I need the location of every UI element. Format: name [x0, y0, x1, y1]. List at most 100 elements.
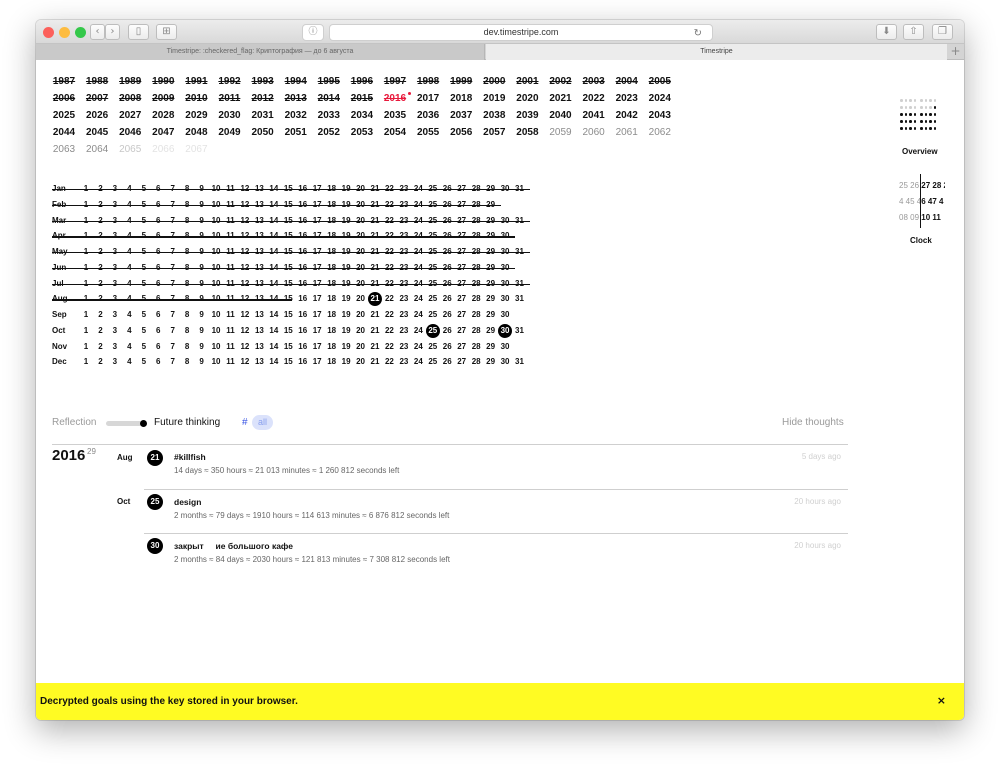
day-cell[interactable]: 23	[399, 310, 408, 320]
day-cell[interactable]: 30	[501, 310, 510, 320]
day-cell[interactable]: 29	[486, 342, 495, 352]
day-cell[interactable]: 9	[199, 342, 203, 352]
day-cell[interactable]: 22	[385, 294, 394, 304]
day-cell[interactable]: 7	[170, 357, 174, 367]
day-cell[interactable]: 12	[240, 310, 249, 320]
tag-filter-all[interactable]: all	[252, 415, 274, 430]
day-cell[interactable]: 9	[199, 326, 203, 336]
year-2037[interactable]: 2037	[450, 110, 472, 122]
year-1988[interactable]: 1988	[86, 76, 108, 88]
year-2005[interactable]: 2005	[649, 76, 671, 88]
day-cell[interactable]: 16	[298, 310, 307, 320]
day-cell[interactable]: 13	[255, 342, 264, 352]
year-2008[interactable]: 2008	[119, 93, 141, 105]
sidebar-toggle-button[interactable]: ▯	[128, 24, 149, 40]
day-cell[interactable]: 11	[226, 310, 234, 320]
day-cell[interactable]: 8	[185, 357, 189, 367]
year-2029[interactable]: 2029	[185, 110, 207, 122]
day-cell[interactable]: 26	[443, 342, 452, 352]
day-cell[interactable]: 1	[84, 342, 88, 352]
day-cell[interactable]: 23	[399, 294, 408, 304]
overview-icon[interactable]	[900, 97, 942, 132]
day-cell[interactable]: 6	[156, 310, 160, 320]
day-cell[interactable]: 17	[313, 357, 322, 367]
year-2020[interactable]: 2020	[516, 93, 538, 105]
day-cell[interactable]: 31	[515, 357, 524, 367]
day-cell[interactable]: 27	[457, 357, 466, 367]
year-2025[interactable]: 2025	[53, 110, 75, 122]
year-2022[interactable]: 2022	[582, 93, 604, 105]
year-2003[interactable]: 2003	[582, 76, 604, 88]
day-cell[interactable]: 20	[356, 326, 365, 336]
info-icon[interactable]: ⓘ	[302, 24, 324, 41]
mode-toggle-knob[interactable]	[140, 420, 147, 427]
year-2016[interactable]: 2016	[384, 93, 406, 105]
day-cell[interactable]: 9	[199, 357, 203, 367]
day-cell[interactable]: 18	[327, 326, 336, 336]
year-2041[interactable]: 2041	[582, 110, 604, 122]
year-1993[interactable]: 1993	[251, 76, 273, 88]
year-1999[interactable]: 1999	[450, 76, 472, 88]
year-1995[interactable]: 1995	[318, 76, 340, 88]
year-2015[interactable]: 2015	[351, 93, 373, 105]
day-cell[interactable]: 10	[212, 326, 221, 336]
day-cell[interactable]: 18	[327, 357, 336, 367]
day-cell[interactable]: 16	[298, 342, 307, 352]
close-window-button[interactable]	[43, 27, 54, 38]
day-cell[interactable]: 24	[414, 342, 423, 352]
day-cell[interactable]: 16	[298, 294, 307, 304]
year-2062[interactable]: 2062	[649, 127, 671, 139]
year-2048[interactable]: 2048	[185, 127, 207, 139]
year-2021[interactable]: 2021	[549, 93, 571, 105]
year-1998[interactable]: 1998	[417, 76, 439, 88]
new-tab-button[interactable]: +	[947, 44, 964, 60]
day-cell[interactable]: 20	[356, 310, 365, 320]
day-cell[interactable]: 21	[371, 357, 380, 367]
day-cell[interactable]: 16	[298, 357, 307, 367]
day-cell[interactable]: 31	[515, 294, 524, 304]
day-cell[interactable]: 27	[457, 342, 466, 352]
day-cell[interactable]: 13	[255, 326, 264, 336]
reload-icon[interactable]: ↻	[694, 26, 702, 41]
day-cell[interactable]: 6	[156, 357, 160, 367]
downloads-button[interactable]: ⬇	[876, 24, 897, 40]
year-2010[interactable]: 2010	[185, 93, 207, 105]
year-2051[interactable]: 2051	[285, 127, 307, 139]
year-2063[interactable]: 2063	[53, 144, 75, 156]
day-cell[interactable]: 15	[284, 310, 293, 320]
day-cell[interactable]: 29	[486, 310, 495, 320]
day-cell[interactable]: 11	[226, 342, 234, 352]
day-cell[interactable]: 19	[342, 357, 351, 367]
year-2057[interactable]: 2057	[483, 127, 505, 139]
address-bar[interactable]: dev.timestripe.com ↻	[329, 24, 713, 41]
thought-title[interactable]: закрыт ие большого кафе	[174, 541, 293, 551]
forward-button[interactable]: ›	[105, 24, 120, 40]
day-cell[interactable]: 8	[185, 310, 189, 320]
year-1992[interactable]: 1992	[218, 76, 240, 88]
year-2042[interactable]: 2042	[616, 110, 638, 122]
day-cell[interactable]: 7	[170, 342, 174, 352]
day-cell[interactable]: 30	[501, 357, 510, 367]
day-cell[interactable]: 11	[226, 357, 234, 367]
year-1991[interactable]: 1991	[185, 76, 207, 88]
year-2049[interactable]: 2049	[218, 127, 240, 139]
day-cell[interactable]: 19	[342, 342, 351, 352]
marked-day-badge[interactable]: 21	[368, 292, 382, 307]
year-2067[interactable]: 2067	[185, 144, 207, 156]
clock-label[interactable]: Clock	[910, 236, 932, 245]
day-cell[interactable]: 14	[269, 357, 278, 367]
zoom-window-button[interactable]	[75, 27, 86, 38]
day-cell[interactable]: 1	[84, 326, 88, 336]
day-cell[interactable]: 7	[170, 326, 174, 336]
year-2066[interactable]: 2066	[152, 144, 174, 156]
minimize-window-button[interactable]	[59, 27, 70, 38]
day-cell[interactable]: 12	[240, 357, 249, 367]
thought-title[interactable]: #killfish	[174, 452, 206, 462]
day-cell[interactable]: 13	[255, 357, 264, 367]
day-cell[interactable]: 16	[298, 326, 307, 336]
day-cell[interactable]: 27	[457, 294, 466, 304]
year-2030[interactable]: 2030	[218, 110, 240, 122]
day-cell[interactable]: 24	[414, 310, 423, 320]
day-cell[interactable]: 12	[240, 342, 249, 352]
day-cell[interactable]: 7	[170, 310, 174, 320]
